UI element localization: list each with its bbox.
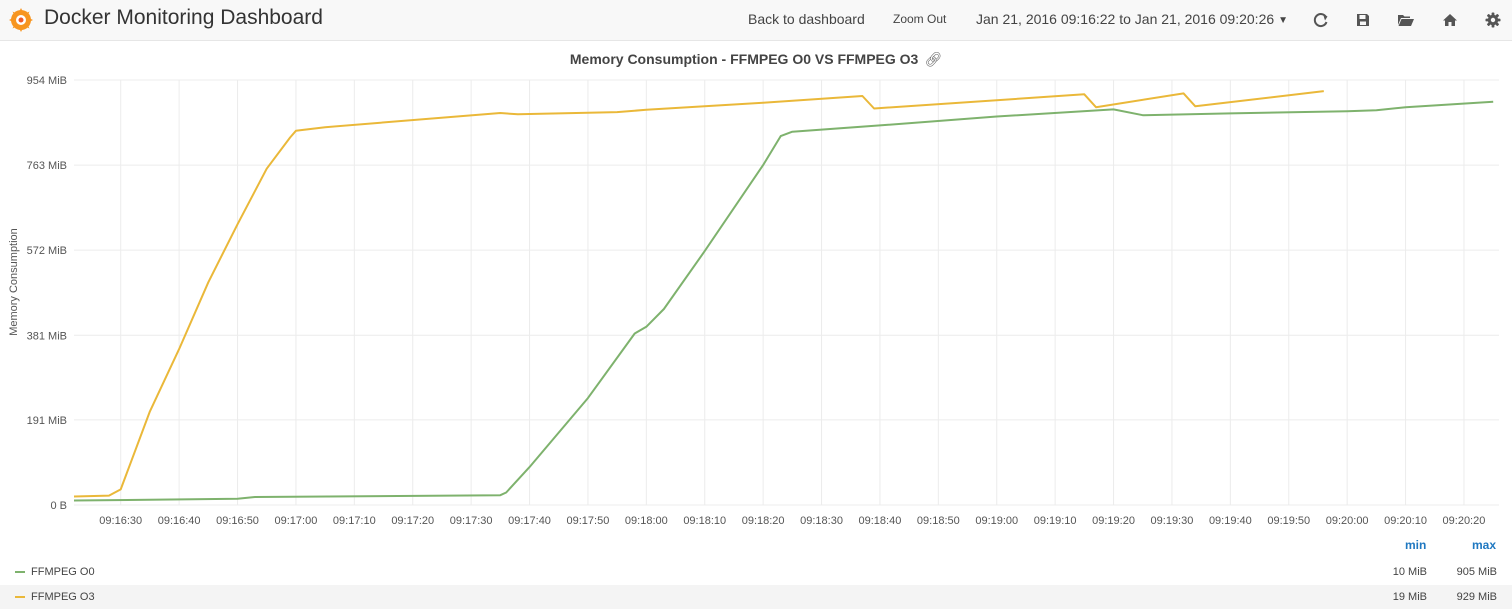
folder-open-icon[interactable] <box>1397 11 1415 29</box>
legend-swatch-o0 <box>15 571 25 573</box>
x-tick-label: 09:16:30 <box>99 515 142 527</box>
x-tick-label: 09:18:50 <box>917 515 960 527</box>
x-tick-label: 09:19:40 <box>1209 515 1252 527</box>
y-axis-label: Memory Consumption <box>8 228 20 336</box>
legend-series-name[interactable]: FFMPEG O3 <box>31 591 95 603</box>
x-tick-label: 09:19:30 <box>1151 515 1194 527</box>
x-tick-label: 09:17:30 <box>450 515 493 527</box>
refresh-icon[interactable] <box>1312 11 1330 29</box>
y-tick-label: 572 MiB <box>27 245 67 257</box>
x-tick-label: 09:17:20 <box>391 515 434 527</box>
zoom-out-button[interactable]: Zoom Out <box>893 12 946 26</box>
caret-down-icon: ▼ <box>1278 15 1289 26</box>
x-tick-label: 09:19:20 <box>1092 515 1135 527</box>
legend-min-value: 19 MiB <box>1392 591 1427 603</box>
x-tick-label: 09:18:00 <box>625 515 668 527</box>
legend-swatch-o3 <box>15 596 25 598</box>
x-tick-label: 09:19:10 <box>1034 515 1077 527</box>
x-tick-label: 09:17:40 <box>508 515 551 527</box>
save-icon[interactable] <box>1354 11 1372 29</box>
legend-min-value: 10 MiB <box>1392 566 1427 578</box>
x-tick-label: 09:16:50 <box>216 515 259 527</box>
home-icon[interactable] <box>1441 11 1459 29</box>
grafana-logo-icon[interactable] <box>8 7 34 33</box>
y-tick-label: 954 MiB <box>27 75 67 87</box>
legend-max-value: 905 MiB <box>1456 566 1497 578</box>
legend-min-header[interactable]: min <box>1405 538 1426 552</box>
legend-max-header[interactable]: max <box>1472 538 1496 552</box>
y-tick-label: 763 MiB <box>27 160 67 172</box>
legend-row[interactable]: FFMPEG O0 10 MiB 905 MiB <box>0 560 1512 584</box>
y-tick-label: 191 MiB <box>27 415 67 427</box>
top-navbar: Docker Monitoring Dashboard Back to dash… <box>0 0 1512 41</box>
y-tick-label: 0 B <box>50 500 67 512</box>
app-title: Docker Monitoring Dashboard <box>44 6 323 29</box>
x-tick-label: 09:20:10 <box>1384 515 1427 527</box>
memory-line-chart: 0 B 191 MiB 381 MiB 572 MiB 763 MiB 954 MiB 09… <box>27 75 1499 527</box>
x-tick-label: 09:16:40 <box>158 515 201 527</box>
x-tick-label: 09:20:00 <box>1326 515 1369 527</box>
x-tick-label: 09:18:40 <box>859 515 902 527</box>
y-tick-label: 381 MiB <box>27 330 67 342</box>
panel-title-text: Memory Consumption - FFMPEG O0 VS FFMPEG… <box>569 51 919 67</box>
legend-row[interactable]: FFMPEG O3 19 MiB 929 MiB <box>0 585 1512 609</box>
series-line-ffmpeg-o0 <box>73 100 1494 502</box>
x-tick-label: 09:20:20 <box>1443 515 1486 527</box>
time-range-picker[interactable]: Jan 21, 2016 09:16:22 to Jan 21, 2016 09… <box>976 11 1288 27</box>
time-range-label: Jan 21, 2016 09:16:22 to Jan 21, 2016 09… <box>976 11 1275 27</box>
x-tick-label: 09:17:10 <box>333 515 376 527</box>
series-line-ffmpeg-o3 <box>73 90 1324 498</box>
x-tick-label: 09:18:10 <box>683 515 726 527</box>
x-tick-label: 09:19:00 <box>975 515 1018 527</box>
x-tick-label: 09:19:50 <box>1267 515 1310 527</box>
x-tick-label: 09:17:50 <box>567 515 610 527</box>
x-tick-label: 09:17:00 <box>275 515 318 527</box>
chain-link-icon[interactable]: 🔗︎ <box>924 51 942 67</box>
x-tick-label: 09:18:20 <box>742 515 785 527</box>
legend-series-name[interactable]: FFMPEG O0 <box>31 566 95 578</box>
legend-max-value: 929 MiB <box>1456 591 1497 603</box>
back-to-dashboard-link[interactable]: Back to dashboard <box>748 11 865 27</box>
x-tick-label: 09:18:30 <box>800 515 843 527</box>
settings-gear-icon[interactable] <box>1484 11 1502 29</box>
